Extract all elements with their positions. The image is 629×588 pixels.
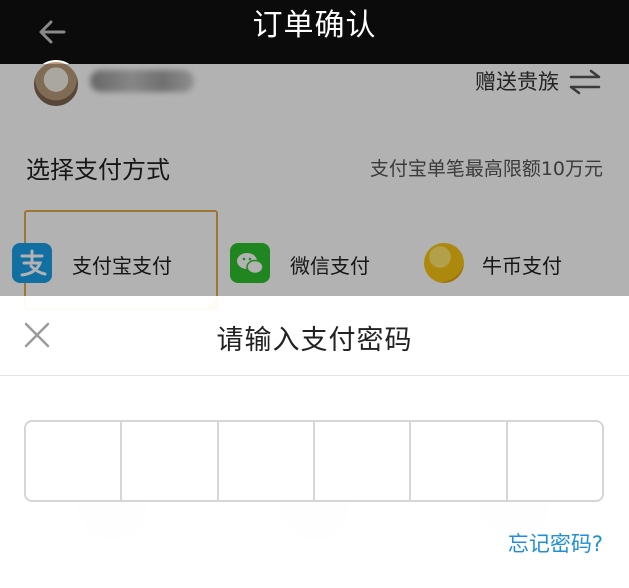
password-digit-cell[interactable] [26, 422, 123, 500]
password-digit-cell[interactable] [508, 422, 602, 500]
wechat-label[interactable]: 微信支付 [290, 250, 370, 279]
coin-icon[interactable] [424, 243, 464, 283]
password-digit-cell[interactable] [315, 422, 412, 500]
gift-noble-label[interactable]: 赠送贵族 [475, 66, 559, 96]
password-digit-cell[interactable] [122, 422, 219, 500]
avatar [32, 60, 80, 108]
password-input[interactable] [24, 420, 604, 502]
payment-method-list: 支付宝支付 微信支付 牛币支付 [0, 210, 629, 310]
alipay-icon [12, 243, 52, 283]
page-title: 订单确认 [252, 8, 377, 43]
payment-header: 选择支付方式 支付宝单笔最高限额10万元 [0, 150, 629, 190]
payment-method-title: 选择支付方式 [26, 156, 170, 184]
password-sheet: 请输入支付密码 忘记密码? [0, 296, 629, 588]
password-sheet-title: 请输入支付密码 [216, 325, 413, 356]
payment-limit-note: 支付宝单笔最高限额10万元 [369, 158, 603, 180]
forgot-password-link[interactable]: 忘记密码? [508, 528, 603, 558]
wechat-icon[interactable] [230, 243, 270, 283]
title-bar: 订单确认 [0, 0, 629, 64]
password-digit-cell[interactable] [219, 422, 315, 500]
coin-label[interactable]: 牛币支付 [482, 250, 562, 279]
username-blurred [90, 70, 194, 92]
password-digit-cell[interactable] [411, 422, 508, 500]
swap-arrows-icon[interactable] [567, 68, 603, 96]
user-row: 赠送贵族 [0, 60, 629, 124]
alipay-label: 支付宝支付 [72, 254, 172, 278]
password-sheet-header: 请输入支付密码 [0, 296, 629, 376]
